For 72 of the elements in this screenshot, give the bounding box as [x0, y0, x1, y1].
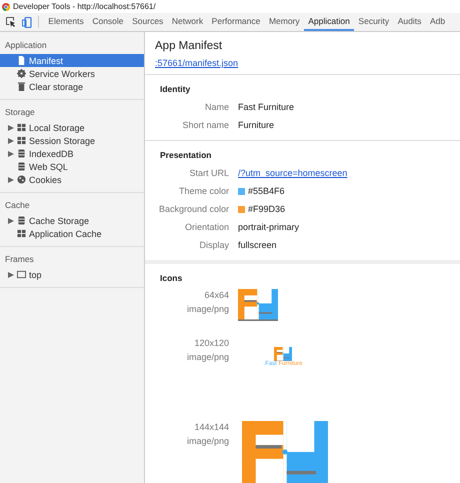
page-title: App Manifest	[155, 40, 224, 52]
sidebar-item[interactable]: Manifest	[0, 54, 144, 67]
gear-icon	[17, 69, 26, 78]
sidebar-item[interactable]: Service Workers	[0, 67, 144, 80]
field-value: portrait-primary	[238, 222, 300, 232]
field-label: Short name	[181, 120, 229, 130]
field-label: Display	[198, 240, 229, 250]
field-label: Theme color	[178, 186, 229, 196]
grid-icon	[17, 123, 26, 132]
icon-type: image/png	[186, 352, 229, 362]
sidebar-item[interactable]: Web SQL	[0, 160, 144, 173]
sidebar-item[interactable]: Session Storage	[0, 134, 144, 147]
expand-arrow-icon[interactable]	[8, 124, 14, 130]
sidebar-item[interactable]: Application Cache	[0, 227, 144, 240]
panel-tab[interactable]: Sources	[128, 13, 168, 31]
grid-icon	[17, 136, 26, 145]
field-label: Start URL	[188, 168, 229, 178]
field-label: Orientation	[184, 222, 229, 232]
expand-arrow-icon[interactable]	[8, 176, 14, 182]
sidebar-section-title: Frames	[4, 253, 35, 266]
icon-type: image/png	[186, 436, 229, 446]
panel-tab[interactable]: Application	[304, 13, 354, 31]
sidebar-item[interactable]: IndexedDB	[0, 147, 144, 160]
expand-arrow-icon[interactable]	[8, 218, 14, 224]
sidebar-section-title: Storage	[4, 106, 36, 119]
icon-type: image/png	[186, 304, 229, 314]
icon-size: 144x144	[194, 422, 229, 432]
field-value: Furniture	[238, 120, 276, 130]
database-icon	[17, 162, 26, 171]
section-heading: Icons	[159, 273, 184, 283]
sidebar-item[interactable]: top	[0, 268, 144, 281]
inspect-cursor-icon[interactable]	[6, 17, 16, 27]
panel-tab[interactable]: Memory	[264, 13, 304, 31]
field-value: Fast Furniture	[238, 102, 296, 112]
trash-icon	[17, 82, 26, 91]
field-value: fullscreen	[238, 240, 278, 250]
cookie-icon	[17, 175, 26, 184]
grid-icon	[17, 229, 26, 238]
window-title: Developer Tools - http://localhost:57661/	[13, 2, 156, 11]
start-url-link[interactable]: /?utm_source=homescreen	[238, 168, 348, 178]
icon-size: 64x64	[204, 290, 229, 300]
icon-size: 120x120	[194, 338, 229, 348]
device-toggle-icon[interactable]	[22, 16, 32, 28]
panel-tab[interactable]: Console	[88, 13, 128, 31]
expand-arrow-icon[interactable]	[8, 272, 14, 278]
database-icon	[17, 216, 26, 225]
database-icon	[17, 149, 26, 158]
panel-tab[interactable]: Adb	[426, 13, 450, 31]
field-label: Background color	[158, 204, 229, 214]
sidebar-item[interactable]: Cache Storage	[0, 214, 144, 227]
section-heading: Presentation	[159, 150, 212, 160]
field-value: #F99D36	[248, 204, 286, 214]
panel-tab[interactable]: Audits	[393, 13, 426, 31]
sidebar-section-title: Cache	[4, 199, 31, 212]
manifest-link[interactable]: :57661/manifest.json	[155, 58, 238, 68]
field-value: #55B4F6	[248, 186, 285, 196]
section-heading: Identity	[159, 84, 192, 94]
sidebar-section-title: Application	[4, 39, 48, 52]
sidebar-item[interactable]: Clear storage	[0, 80, 144, 93]
panel-tab[interactable]: Performance	[207, 13, 265, 31]
frame-icon	[17, 270, 26, 279]
panel-tab[interactable]: Network	[168, 13, 208, 31]
sidebar-item[interactable]: Local Storage	[0, 121, 144, 134]
panel-tab[interactable]: Security	[354, 13, 394, 31]
file-icon	[17, 56, 26, 65]
fast-furniture-logo	[238, 289, 278, 321]
expand-arrow-icon[interactable]	[8, 150, 14, 156]
fast-furniture-logo	[274, 347, 292, 362]
expand-arrow-icon[interactable]	[8, 138, 14, 144]
sidebar-item[interactable]: Cookies	[0, 173, 144, 186]
panel-tab[interactable]: Elements	[44, 13, 88, 31]
field-label: Name	[204, 102, 229, 112]
